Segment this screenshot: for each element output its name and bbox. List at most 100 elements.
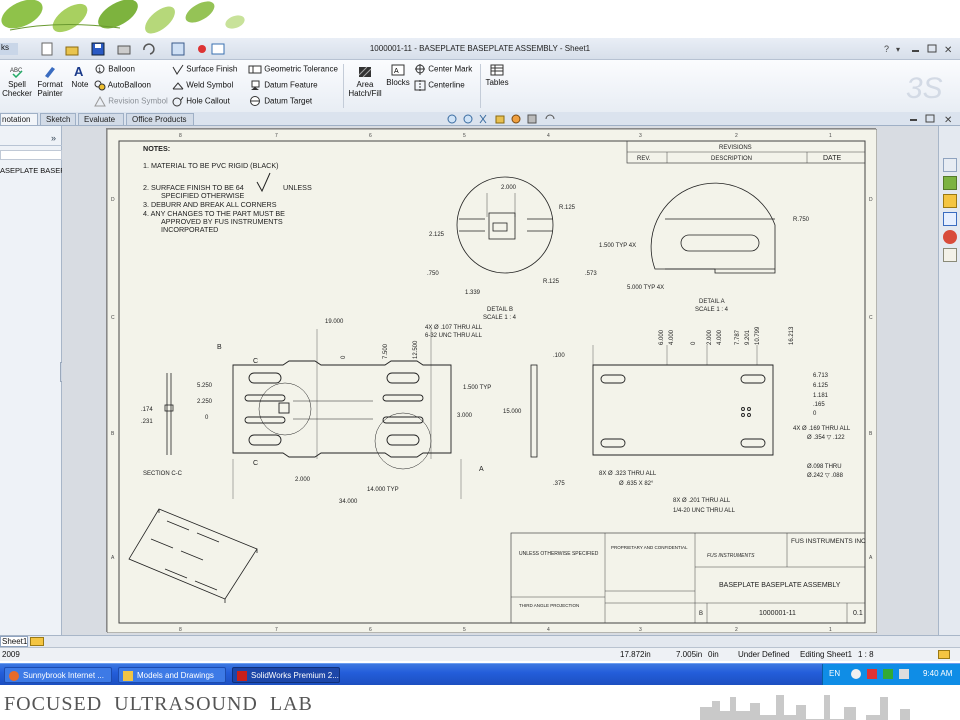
- zone-label: 6: [369, 133, 372, 139]
- resources-icon[interactable]: [943, 158, 957, 172]
- sheet-tab[interactable]: Sheet1: [0, 636, 28, 647]
- center-mark-button[interactable]: Center Mark: [414, 64, 472, 75]
- sheet-size: B: [699, 611, 703, 617]
- balloon-button[interactable]: 1 Balloon: [94, 64, 135, 75]
- options-icon: [211, 43, 225, 55]
- section-arrow-label: C: [253, 358, 258, 365]
- dimension-label: 4.000: [669, 329, 675, 345]
- tray-icon[interactable]: [867, 669, 877, 679]
- appearances-icon[interactable]: [943, 230, 957, 244]
- blocks-button[interactable]: A Blocks: [386, 64, 410, 87]
- revision-symbol-button[interactable]: Revision Symbol: [94, 96, 168, 107]
- display-style-icon: [527, 114, 537, 124]
- spell-checker-button[interactable]: ABC Spell Checker: [2, 64, 32, 98]
- dimension-label: R.125: [559, 205, 576, 211]
- weld-symbol-button[interactable]: Weld Symbol: [172, 80, 233, 91]
- tray-icon[interactable]: [883, 669, 893, 679]
- hole-callout-text: 6-32 UNC THRU ALL: [425, 333, 483, 339]
- svg-text:3S: 3S: [906, 72, 943, 105]
- detail-a-label: DETAIL A: [699, 299, 725, 305]
- datum-target-label: Datum Target: [264, 96, 313, 106]
- view-palette-icon[interactable]: [943, 212, 957, 226]
- new-file-icon: [41, 42, 53, 56]
- add-sheet-icon[interactable]: [30, 637, 44, 646]
- tab-sketch[interactable]: Sketch: [40, 113, 76, 125]
- tables-button[interactable]: Tables: [484, 64, 510, 87]
- tree-item-drawing[interactable]: ASEPLATE BASEPL: [0, 166, 62, 175]
- taskbar-item-solidworks[interactable]: SolidWorks Premium 2...: [232, 667, 340, 683]
- language-indicator[interactable]: EN: [829, 669, 840, 678]
- ds-logo-icon: 3S: [906, 72, 943, 105]
- notes-title: NOTES:: [143, 144, 170, 153]
- revisions-description-header: DESCRIPTION: [711, 156, 752, 162]
- section-arrow-label: C: [253, 460, 258, 467]
- tab-evaluate[interactable]: Evaluate: [78, 113, 124, 125]
- hole-callout-icon: [172, 96, 184, 107]
- dimension-label: 14.000 TYP: [367, 487, 399, 493]
- dimension-label: .231: [141, 419, 153, 425]
- dimension-label: 2.125: [429, 232, 445, 238]
- detail-a-scale: SCALE 1 : 4: [695, 307, 729, 313]
- graphics-area[interactable]: 8 7 6 5 4 3 2 1 8 7 6 5 4 3 2 1 D C B A: [62, 126, 938, 635]
- area-hatch-button[interactable]: Area Hatch/Fill: [346, 66, 384, 98]
- geometric-tolerance-button[interactable]: Geometric Tolerance: [248, 64, 338, 75]
- tables-icon: [490, 64, 504, 76]
- hole-callout-text: 4X Ø .169 THRU ALL: [793, 426, 851, 432]
- folder-icon: [123, 671, 133, 681]
- view-label: B: [217, 344, 222, 351]
- zone-label: 7: [275, 627, 278, 633]
- file-explorer-icon[interactable]: [943, 194, 957, 208]
- drawing-canvas: 8 7 6 5 4 3 2 1 8 7 6 5 4 3 2 1 D C B A: [106, 128, 878, 634]
- centerline-button[interactable]: Centerline: [414, 80, 465, 91]
- tray-icon[interactable]: [851, 669, 861, 679]
- spell-checker-label: Spell Checker: [2, 80, 32, 98]
- autoballoon-button[interactable]: AutoBalloon: [94, 80, 151, 91]
- tray-icon[interactable]: [899, 669, 909, 679]
- custom-properties-icon[interactable]: [943, 248, 957, 262]
- command-tabs: notation Sketch Evaluate Office Products…: [0, 112, 960, 126]
- dimension-label: 6.000: [659, 329, 665, 345]
- surface-finish-button[interactable]: Surface Finish: [172, 64, 237, 75]
- taskbar-item-folder[interactable]: Models and Drawings: [118, 667, 226, 683]
- format-painter-button[interactable]: Format Painter: [34, 64, 66, 98]
- dimension-label: 1.500 TYP: [463, 385, 491, 391]
- datum-feature-icon: [251, 80, 260, 90]
- collapse-chevron-icon[interactable]: »: [51, 133, 56, 143]
- window-controls: ? ▾ ✕: [884, 44, 952, 56]
- tab-annotation[interactable]: notation: [0, 113, 38, 125]
- taskbar-item-browser[interactable]: Sunnybrook Internet ...: [4, 667, 112, 683]
- revisions-date-header: DATE: [823, 155, 841, 162]
- dimension-label: R.125: [543, 279, 560, 285]
- datum-feature-label: Datum Feature: [264, 80, 318, 90]
- dimension-label: 19.000: [325, 319, 344, 325]
- surface-finish-label: Surface Finish: [186, 64, 238, 74]
- datum-target-icon: [250, 96, 260, 106]
- centerline-label: Centerline: [428, 80, 465, 90]
- hole-callout-button[interactable]: Hole Callout: [172, 96, 230, 107]
- skyline-graphic: [700, 695, 910, 720]
- detail-b-scale: SCALE 1 : 4: [483, 315, 517, 321]
- menu-fragment[interactable]: ks: [0, 43, 18, 55]
- view-toolbar: [447, 114, 555, 124]
- hole-callout-label: Hole Callout: [186, 96, 230, 106]
- status-bar: 2009 17.872in 7.005in 0in Under Defined …: [0, 647, 960, 661]
- zone-label: 2: [735, 133, 738, 139]
- doc-restore-icon: [925, 114, 935, 123]
- revisions-rev-header: REV.: [637, 156, 651, 162]
- datum-feature-button[interactable]: Datum Feature: [248, 80, 318, 91]
- datum-target-button[interactable]: Datum Target: [248, 96, 312, 107]
- revision-symbol-icon: [94, 96, 106, 107]
- quick-access-toolbar: [41, 42, 225, 56]
- zone-label: 1: [829, 133, 832, 139]
- restore-icon: [927, 44, 937, 53]
- note-button[interactable]: A Note: [70, 64, 90, 89]
- filter-input[interactable]: [0, 150, 62, 160]
- help-status-icon[interactable]: [938, 650, 950, 659]
- tab-office-products[interactable]: Office Products: [126, 113, 194, 125]
- design-library-icon[interactable]: [943, 176, 957, 190]
- status-scale[interactable]: 1 : 8: [858, 650, 874, 659]
- weld-symbol-icon: [172, 82, 184, 90]
- status-definition: Under Defined: [738, 650, 790, 659]
- dimension-label: .174: [141, 407, 153, 413]
- section-view-icon: [495, 115, 505, 124]
